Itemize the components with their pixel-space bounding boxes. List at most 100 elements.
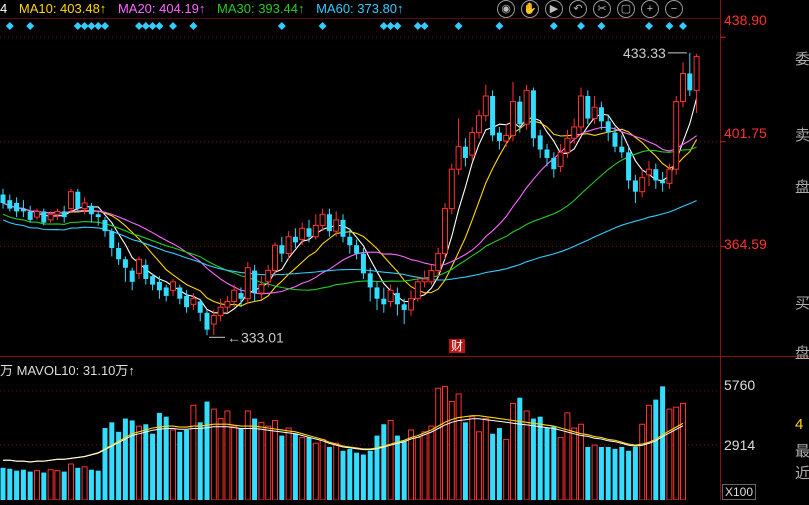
volume-bar-97 bbox=[660, 386, 666, 500]
candle-body-7 bbox=[47, 213, 54, 221]
volume-bar-5 bbox=[34, 470, 40, 501]
volume-bar-71 bbox=[482, 418, 489, 501]
candle-body-13 bbox=[88, 205, 94, 215]
candle-body-33 bbox=[224, 301, 231, 308]
candle-body-8 bbox=[54, 210, 61, 215]
volume-bar-3 bbox=[20, 469, 26, 500]
candle-body-100 bbox=[680, 72, 686, 103]
candle-body-52 bbox=[354, 245, 360, 254]
volume-bar-58 bbox=[394, 435, 400, 500]
side-volume-1: 最 bbox=[795, 443, 809, 460]
scissors-icon[interactable]: ✂ bbox=[593, 0, 611, 18]
kline-chart[interactable]: 433.33 ←333.01 bbox=[0, 0, 809, 501]
price-tick-364: 364.59 bbox=[724, 236, 767, 252]
candle-body-11 bbox=[75, 191, 81, 209]
volume-bar-18 bbox=[122, 418, 128, 500]
legend-prefix: 4 bbox=[0, 1, 8, 16]
candle-body-47 bbox=[319, 213, 326, 227]
candle-body-83 bbox=[564, 137, 571, 153]
side-label-3: 买 bbox=[795, 295, 809, 312]
candle-body-41 bbox=[279, 245, 285, 254]
event-diamond-12 bbox=[189, 22, 198, 30]
event-diamond-6 bbox=[101, 22, 109, 30]
volume-legend: 万 MAVOL10: 31.10万↑ bbox=[0, 363, 135, 379]
candle-body-51 bbox=[347, 236, 353, 246]
volume-bar-95 bbox=[646, 404, 652, 501]
event-diamond-25 bbox=[645, 22, 653, 30]
candle-body-82 bbox=[557, 151, 564, 167]
volume-bar-9 bbox=[61, 471, 67, 500]
volume-bar-6 bbox=[41, 472, 47, 500]
price-tick-401: 401.75 bbox=[724, 125, 767, 141]
volume-bar-39 bbox=[265, 425, 272, 501]
hand-icon[interactable]: ✋ bbox=[521, 0, 539, 18]
volume-bar-92 bbox=[626, 450, 632, 500]
candle-body-46 bbox=[312, 225, 319, 238]
volume-bar-29 bbox=[197, 422, 203, 500]
candle-body-28 bbox=[190, 298, 197, 305]
volume-bar-59 bbox=[401, 441, 407, 500]
candle-body-38 bbox=[258, 284, 265, 294]
play-icon[interactable]: ▶ bbox=[545, 0, 563, 18]
volume-bar-91 bbox=[619, 446, 625, 500]
candle-body-22 bbox=[150, 276, 156, 285]
candle-body-0 bbox=[0, 194, 6, 203]
volume-bar-57 bbox=[387, 419, 394, 501]
volume-bar-34 bbox=[231, 425, 238, 501]
volume-bar-81 bbox=[551, 426, 557, 500]
ma10-line bbox=[2, 120, 698, 307]
volume-bar-66 bbox=[448, 401, 455, 501]
candle-body-84 bbox=[571, 126, 578, 139]
volume-bar-25 bbox=[170, 429, 176, 501]
volume-tick-5760: 5760 bbox=[724, 377, 756, 393]
eye-icon[interactable]: ◉ bbox=[497, 0, 515, 18]
candle-body-101 bbox=[687, 73, 693, 91]
candle-body-4 bbox=[27, 211, 33, 220]
volume-legend-prefix: 万 bbox=[0, 363, 14, 378]
volume-bar-84 bbox=[571, 427, 578, 501]
event-diamond-1 bbox=[26, 22, 35, 30]
zoom-in-icon[interactable]: + bbox=[641, 0, 659, 18]
volume-bar-70 bbox=[476, 431, 482, 501]
candle-body-95 bbox=[646, 168, 652, 176]
volume-bar-82 bbox=[557, 437, 564, 501]
volume-bar-10 bbox=[68, 463, 74, 501]
volume-bar-40 bbox=[272, 419, 278, 501]
volume-bar-88 bbox=[598, 446, 604, 500]
news-badge[interactable]: 财 bbox=[449, 339, 466, 353]
chart-toolbar: ◉ ✋ ▶ ↶ ✂ ▢ + − bbox=[497, 0, 683, 18]
chart-canvas[interactable]: 433.33 ←333.01 bbox=[0, 0, 809, 501]
volume-bar-55 bbox=[374, 435, 380, 500]
lock-icon[interactable]: ▢ bbox=[617, 0, 635, 18]
candle-body-32 bbox=[217, 306, 224, 317]
candle-body-62 bbox=[421, 278, 428, 283]
candle-body-45 bbox=[306, 228, 312, 237]
candle-body-18 bbox=[122, 259, 128, 268]
candle-body-66 bbox=[448, 168, 455, 210]
candle-body-35 bbox=[238, 293, 244, 299]
volume-bar-26 bbox=[177, 431, 183, 500]
volume-bar-30 bbox=[204, 401, 210, 500]
candle-body-91 bbox=[619, 146, 625, 153]
candle-body-71 bbox=[482, 95, 489, 117]
volume-bar-74 bbox=[503, 438, 510, 501]
volume-bar-23 bbox=[156, 412, 162, 500]
volume-bar-36 bbox=[244, 410, 251, 501]
event-diamond-13 bbox=[277, 22, 286, 30]
volume-bar-52 bbox=[354, 452, 360, 500]
candle-body-42 bbox=[285, 236, 292, 255]
candle-body-88 bbox=[598, 107, 604, 122]
candle-body-9 bbox=[61, 211, 67, 218]
zoom-out-icon[interactable]: − bbox=[665, 0, 683, 18]
volume-bar-28 bbox=[190, 404, 197, 501]
candle-body-24 bbox=[163, 287, 169, 296]
ma30-line bbox=[2, 146, 697, 291]
volume-bar-42 bbox=[285, 427, 292, 501]
volume-bar-96 bbox=[653, 399, 659, 500]
candle-body-61 bbox=[414, 281, 421, 300]
volume-bar-53 bbox=[360, 454, 366, 500]
legend-ma60: MA60: 373.80↑ bbox=[316, 1, 404, 16]
volume-bar-56 bbox=[381, 424, 387, 500]
volume-bar-86 bbox=[585, 446, 591, 500]
undo-icon[interactable]: ↶ bbox=[569, 0, 587, 18]
